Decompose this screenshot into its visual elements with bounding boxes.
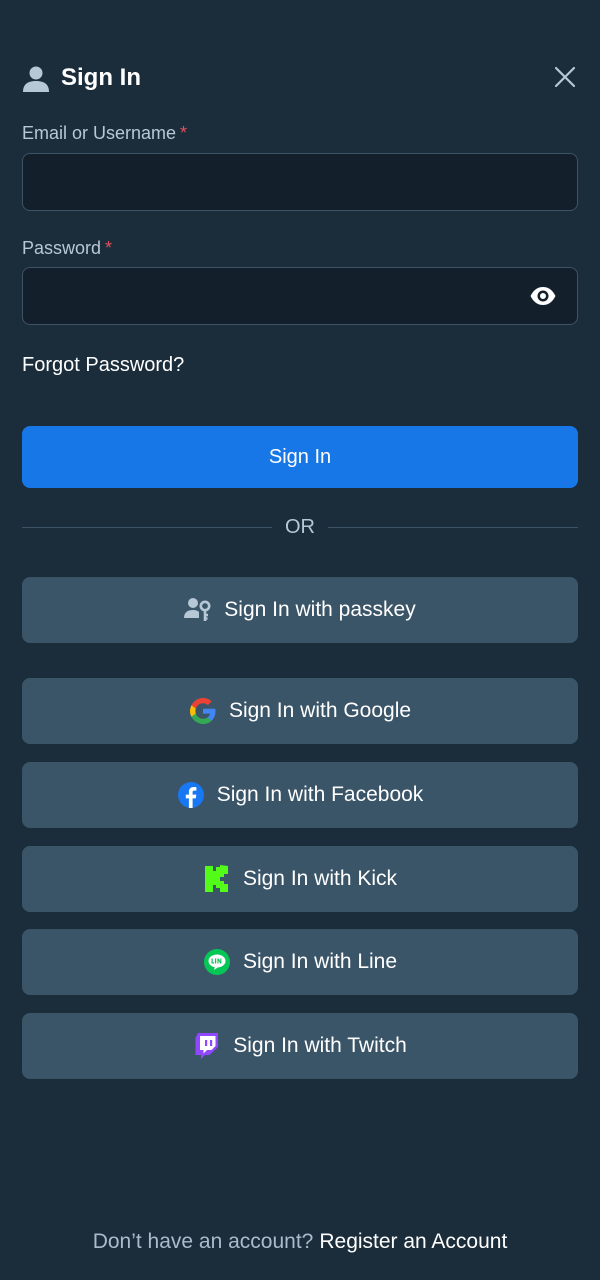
email-label-text: Email or Username xyxy=(22,123,177,143)
facebook-icon xyxy=(177,782,204,808)
or-divider: OR xyxy=(22,514,578,540)
header: Sign In xyxy=(22,58,578,98)
twitch-button-label: Sign In with Twitch xyxy=(233,1034,407,1057)
google-icon xyxy=(189,698,216,724)
kick-button-label: Sign In with Kick xyxy=(242,867,398,890)
close-icon[interactable] xyxy=(552,64,578,90)
required-mark: * xyxy=(105,238,113,258)
password-field-wrapper xyxy=(22,267,578,325)
forgot-password-link[interactable]: Forgot Password? xyxy=(22,352,184,378)
passkey-icon xyxy=(184,598,211,621)
line-sign-in-button[interactable]: Sign In with Line xyxy=(22,929,578,995)
passkey-button-label: Sign In with passkey xyxy=(224,598,416,621)
email-field[interactable] xyxy=(23,154,577,210)
eye-icon[interactable] xyxy=(529,284,557,308)
register-account-link[interactable]: Register an Account xyxy=(319,1230,507,1253)
google-button-label: Sign In with Google xyxy=(228,699,412,722)
twitch-sign-in-button[interactable]: Sign In with Twitch xyxy=(22,1013,578,1079)
user-icon xyxy=(23,66,49,92)
facebook-button-label: Sign In with Facebook xyxy=(216,783,424,806)
required-mark: * xyxy=(180,123,188,143)
kick-icon xyxy=(204,865,228,892)
kick-sign-in-button[interactable]: Sign In with Kick xyxy=(22,846,578,912)
password-label-text: Password xyxy=(22,238,102,258)
page-title: Sign In xyxy=(61,64,141,91)
register-prompt: Don’t have an account? Register an Accoun… xyxy=(0,1228,600,1256)
passkey-sign-in-button[interactable]: Sign In with passkey xyxy=(22,577,578,643)
password-label: Password * xyxy=(22,236,112,260)
sign-in-button[interactable]: Sign In xyxy=(22,426,578,488)
email-label: Email or Username * xyxy=(22,121,187,145)
password-field[interactable] xyxy=(23,268,577,324)
twitch-icon xyxy=(195,1033,219,1059)
google-sign-in-button[interactable]: Sign In with Google xyxy=(22,678,578,744)
divider-line-right xyxy=(328,527,578,528)
facebook-sign-in-button[interactable]: Sign In with Facebook xyxy=(22,762,578,828)
email-field-wrapper xyxy=(22,153,578,211)
line-button-label: Sign In with Line xyxy=(242,950,398,973)
register-prompt-text: Don’t have an account? xyxy=(92,1230,314,1253)
line-icon xyxy=(203,949,230,975)
sign-in-page: Sign In Email or Username * Password * For… xyxy=(0,0,600,1280)
